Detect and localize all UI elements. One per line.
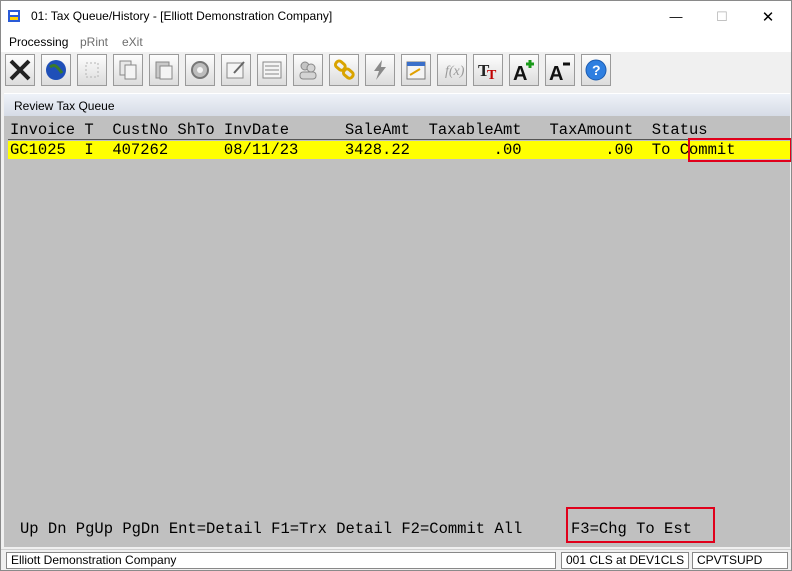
close-button[interactable]: ✕ — [745, 1, 791, 32]
panel-title: Review Tax Queue — [14, 99, 115, 113]
toolbar-help-button[interactable]: ? — [581, 54, 611, 86]
help-icon: ? — [585, 59, 607, 81]
close-icon: ✕ — [761, 8, 775, 26]
svg-text:?: ? — [592, 62, 601, 78]
blank-icon — [85, 62, 99, 78]
status-location: 001 CLS at DEV1CLS — [561, 552, 689, 569]
toolbar-settings-button[interactable] — [185, 54, 215, 86]
status-company: Elliott Demonstration Company — [6, 552, 556, 569]
maximize-icon: ☐ — [716, 8, 728, 24]
toolbar-function-button[interactable]: f(x) — [437, 54, 467, 86]
toolbar: f(x) TT A A ? — [1, 52, 791, 90]
app-icon — [8, 10, 20, 22]
window-title: 01: Tax Queue/History - [Elliott Demonst… — [31, 9, 333, 23]
toolbar-copy-button[interactable] — [113, 54, 143, 86]
svg-text:f(x): f(x) — [445, 64, 464, 79]
toolbar-font-increase-button[interactable]: A — [509, 54, 539, 86]
maximize-button[interactable]: ☐ — [699, 1, 745, 32]
toolbar-font-button[interactable]: TT — [473, 54, 503, 86]
table-row-text: GC1025 I 407262 08/11/23 3428.22 .00 .00… — [10, 141, 736, 159]
toolbar-users-button[interactable] — [293, 54, 323, 86]
settings-icon — [191, 61, 209, 79]
font-icon: TT — [478, 61, 497, 82]
toolbar-exit-button[interactable] — [5, 54, 35, 86]
font-decrease-icon: A — [549, 62, 570, 82]
svg-text:A: A — [549, 63, 563, 82]
calendar-icon — [406, 61, 426, 80]
status-program: CPVTSUPD — [692, 552, 788, 569]
status-bar: Elliott Demonstration Company 001 CLS at… — [1, 549, 791, 570]
toolbar-paste-button[interactable] — [149, 54, 179, 86]
title-bar: 01: Tax Queue/History - [Elliott Demonst… — [1, 1, 791, 32]
function-icon: f(x) — [445, 64, 464, 79]
header-divider — [8, 139, 790, 140]
table-header: Invoice T CustNo ShTo InvDate SaleAmt Ta… — [10, 121, 708, 139]
panel-caption: Review Tax Queue — [4, 94, 790, 116]
function-key-bar[interactable]: Up Dn PgUp PgDn Ent=Detail F1=Trx Detail… — [20, 520, 522, 538]
copy-icon — [119, 60, 137, 80]
menu-processing[interactable]: Processing — [9, 35, 68, 49]
minimize-icon: — — [669, 9, 683, 24]
toolbar-calendar-button[interactable] — [401, 54, 431, 86]
f3-annotation-box — [566, 507, 715, 543]
toolbar-font-decrease-button[interactable]: A — [545, 54, 575, 86]
toolbar-globe-button[interactable] — [41, 54, 71, 86]
paste-icon — [155, 61, 173, 80]
exit-icon — [9, 59, 31, 81]
toolbar-edit-button[interactable] — [221, 54, 251, 86]
menu-bar: Processing pRint eXit — [1, 32, 791, 52]
toolbar-link-button[interactable] — [329, 54, 359, 86]
globe-icon — [46, 60, 66, 80]
users-icon — [299, 61, 317, 80]
svg-text:A: A — [513, 63, 527, 82]
menu-print[interactable]: pRint — [80, 35, 108, 49]
font-increase-icon: A — [513, 60, 534, 82]
lightning-icon — [374, 60, 386, 80]
menu-exit[interactable]: eXit — [122, 35, 143, 49]
status-annotation-box — [688, 138, 791, 162]
application-window: 01: Tax Queue/History - [Elliott Demonst… — [0, 0, 792, 571]
list-icon — [262, 61, 282, 79]
toolbar-blank-button[interactable] — [77, 54, 107, 86]
link-icon — [333, 59, 355, 80]
toolbar-lightning-button[interactable] — [365, 54, 395, 86]
toolbar-list-button[interactable] — [257, 54, 287, 86]
svg-text:T: T — [487, 68, 497, 82]
edit-icon — [226, 61, 245, 79]
minimize-button[interactable]: — — [653, 1, 699, 32]
tax-queue-panel: Review Tax Queue Invoice T CustNo ShTo I… — [4, 93, 791, 547]
